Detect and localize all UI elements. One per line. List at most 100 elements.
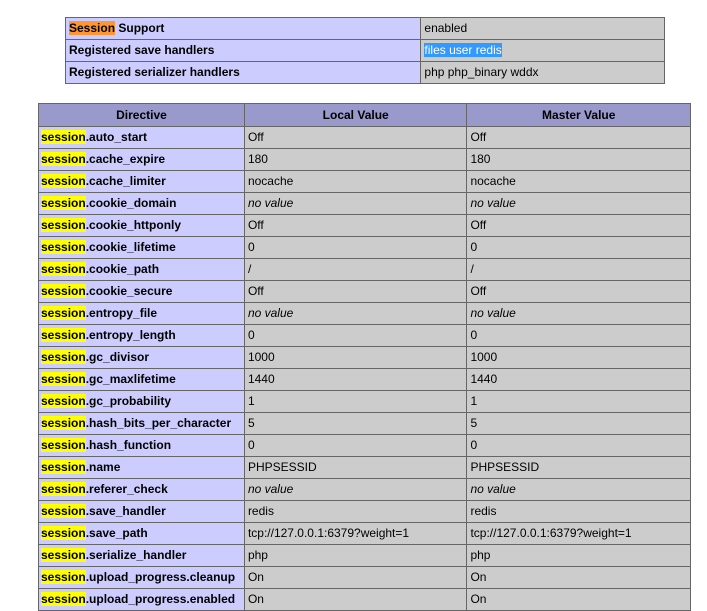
master-value-cell: php bbox=[466, 544, 691, 567]
local-value-cell: Off bbox=[243, 126, 468, 149]
directive-name-cell: session.upload_progress.cleanup bbox=[38, 566, 245, 589]
local-value-cell: Off bbox=[243, 280, 468, 303]
local-value-cell: 5 bbox=[243, 412, 468, 435]
table-row: session.upload_progress.enabled On On bbox=[38, 588, 691, 611]
directive-name-cell: session.save_path bbox=[38, 522, 245, 545]
table-row: session.entropy_file no value no value bbox=[38, 302, 691, 325]
table-row: Registered save handlers files user redi… bbox=[64, 39, 665, 62]
search-match: session bbox=[41, 438, 86, 452]
directive-name: .save_handler bbox=[85, 504, 166, 518]
directive-name-cell: session.cookie_httponly bbox=[38, 214, 245, 237]
local-value-cell: On bbox=[243, 566, 468, 589]
master-value-cell: 5 bbox=[466, 412, 691, 435]
directive-name-cell: session.entropy_length bbox=[38, 324, 245, 347]
search-match: session bbox=[41, 262, 86, 276]
directive-name: .gc_maxlifetime bbox=[85, 372, 176, 386]
support-key-cell: Registered save handlers bbox=[64, 39, 422, 62]
table-row: session.save_path tcp://127.0.0.1:6379?we… bbox=[38, 522, 691, 545]
directive-name-cell: session.save_handler bbox=[38, 500, 245, 523]
master-value-cell: nocache bbox=[466, 170, 691, 193]
directive-name-cell: session.referer_check bbox=[38, 478, 245, 501]
search-match: session bbox=[41, 592, 86, 606]
directive-name: .save_path bbox=[85, 526, 148, 540]
session-directives-table: Directive Local Value Master Value sessi… bbox=[38, 103, 691, 611]
table-row: session.cache_expire 180 180 bbox=[38, 148, 691, 171]
search-match: session bbox=[41, 416, 86, 430]
support-value-cell: files user redis bbox=[420, 39, 665, 62]
local-value-cell: 1 bbox=[243, 390, 468, 413]
directive-name: .auto_start bbox=[85, 130, 148, 144]
directive-name: .entropy_file bbox=[85, 306, 158, 320]
directive-name-cell: session.auto_start bbox=[38, 126, 245, 149]
directive-name-cell: session.cache_expire bbox=[38, 148, 245, 171]
search-match: session bbox=[41, 218, 86, 232]
search-match: session bbox=[41, 284, 86, 298]
local-value-cell: tcp://127.0.0.1:6379?weight=1 bbox=[243, 522, 468, 545]
master-value-cell: 0 bbox=[466, 434, 691, 457]
header-local-value: Local Value bbox=[243, 103, 468, 127]
local-value-cell: 0 bbox=[243, 236, 468, 259]
search-match: session bbox=[41, 482, 86, 496]
support-key-rest: Support bbox=[115, 21, 165, 35]
search-match: session bbox=[41, 240, 86, 254]
search-match: session bbox=[41, 196, 86, 210]
support-key-cell: Session Support bbox=[64, 17, 422, 40]
local-value-cell: no value bbox=[243, 192, 468, 215]
local-value-cell: no value bbox=[243, 478, 468, 501]
search-match: session bbox=[41, 152, 86, 166]
table-header-row: Directive Local Value Master Value bbox=[38, 103, 691, 127]
local-value-cell: On bbox=[243, 588, 468, 611]
directive-name: .cookie_lifetime bbox=[85, 240, 176, 254]
header-master-value: Master Value bbox=[466, 103, 691, 127]
master-value-cell: PHPSESSID bbox=[466, 456, 691, 479]
directive-name-cell: session.gc_maxlifetime bbox=[38, 368, 245, 391]
directive-name-cell: session.cookie_path bbox=[38, 258, 245, 281]
directive-name-cell: session.cookie_lifetime bbox=[38, 236, 245, 259]
local-value-cell: 1000 bbox=[243, 346, 468, 369]
local-value-cell: 0 bbox=[243, 324, 468, 347]
directive-name-cell: session.hash_function bbox=[38, 434, 245, 457]
search-match: session bbox=[41, 306, 86, 320]
search-match: session bbox=[41, 372, 86, 386]
directive-name-cell: session.gc_probability bbox=[38, 390, 245, 413]
table-row: session.cookie_httponly Off Off bbox=[38, 214, 691, 237]
search-match: session bbox=[41, 394, 86, 408]
master-value-cell: On bbox=[466, 566, 691, 589]
directive-name: .name bbox=[85, 460, 121, 474]
search-match: session bbox=[41, 504, 86, 518]
master-value-cell: 0 bbox=[466, 324, 691, 347]
directive-name: .entropy_length bbox=[85, 328, 176, 342]
table-row: session.hash_bits_per_character 5 5 bbox=[38, 412, 691, 435]
table-row: session.referer_check no value no value bbox=[38, 478, 691, 501]
table-row: session.cookie_lifetime 0 0 bbox=[38, 236, 691, 259]
local-value-cell: php bbox=[243, 544, 468, 567]
directive-name: .cookie_secure bbox=[85, 284, 173, 298]
master-value-cell: 0 bbox=[466, 236, 691, 259]
directive-name: .upload_progress.cleanup bbox=[85, 570, 236, 584]
directive-name: .hash_function bbox=[85, 438, 172, 452]
search-match: session bbox=[41, 526, 86, 540]
directive-name-cell: session.cookie_domain bbox=[38, 192, 245, 215]
directive-name-cell: session.cache_limiter bbox=[38, 170, 245, 193]
local-value-cell: Off bbox=[243, 214, 468, 237]
master-value-cell: Off bbox=[466, 214, 691, 237]
table-row: session.auto_start Off Off bbox=[38, 126, 691, 149]
directive-name: .cookie_path bbox=[85, 262, 160, 276]
selected-text[interactable]: files user redis bbox=[424, 43, 502, 57]
table-row: session.cache_limiter nocache nocache bbox=[38, 170, 691, 193]
master-value-cell: Off bbox=[466, 280, 691, 303]
table-row: Registered serializer handlers php php_b… bbox=[64, 61, 665, 84]
support-value-cell: php php_binary wddx bbox=[420, 61, 665, 84]
table-row: session.gc_maxlifetime 1440 1440 bbox=[38, 368, 691, 391]
directive-name-cell: session.upload_progress.enabled bbox=[38, 588, 245, 611]
support-key-cell: Registered serializer handlers bbox=[64, 61, 422, 84]
local-value-cell: redis bbox=[243, 500, 468, 523]
table-row: session.hash_function 0 0 bbox=[38, 434, 691, 457]
master-value-cell: 180 bbox=[466, 148, 691, 171]
directive-name: .cache_limiter bbox=[85, 174, 166, 188]
master-value-cell: no value bbox=[466, 302, 691, 325]
directive-name: .gc_divisor bbox=[85, 350, 150, 364]
local-value-cell: 0 bbox=[243, 434, 468, 457]
directive-name-cell: session.entropy_file bbox=[38, 302, 245, 325]
directive-name-cell: session.cookie_secure bbox=[38, 280, 245, 303]
